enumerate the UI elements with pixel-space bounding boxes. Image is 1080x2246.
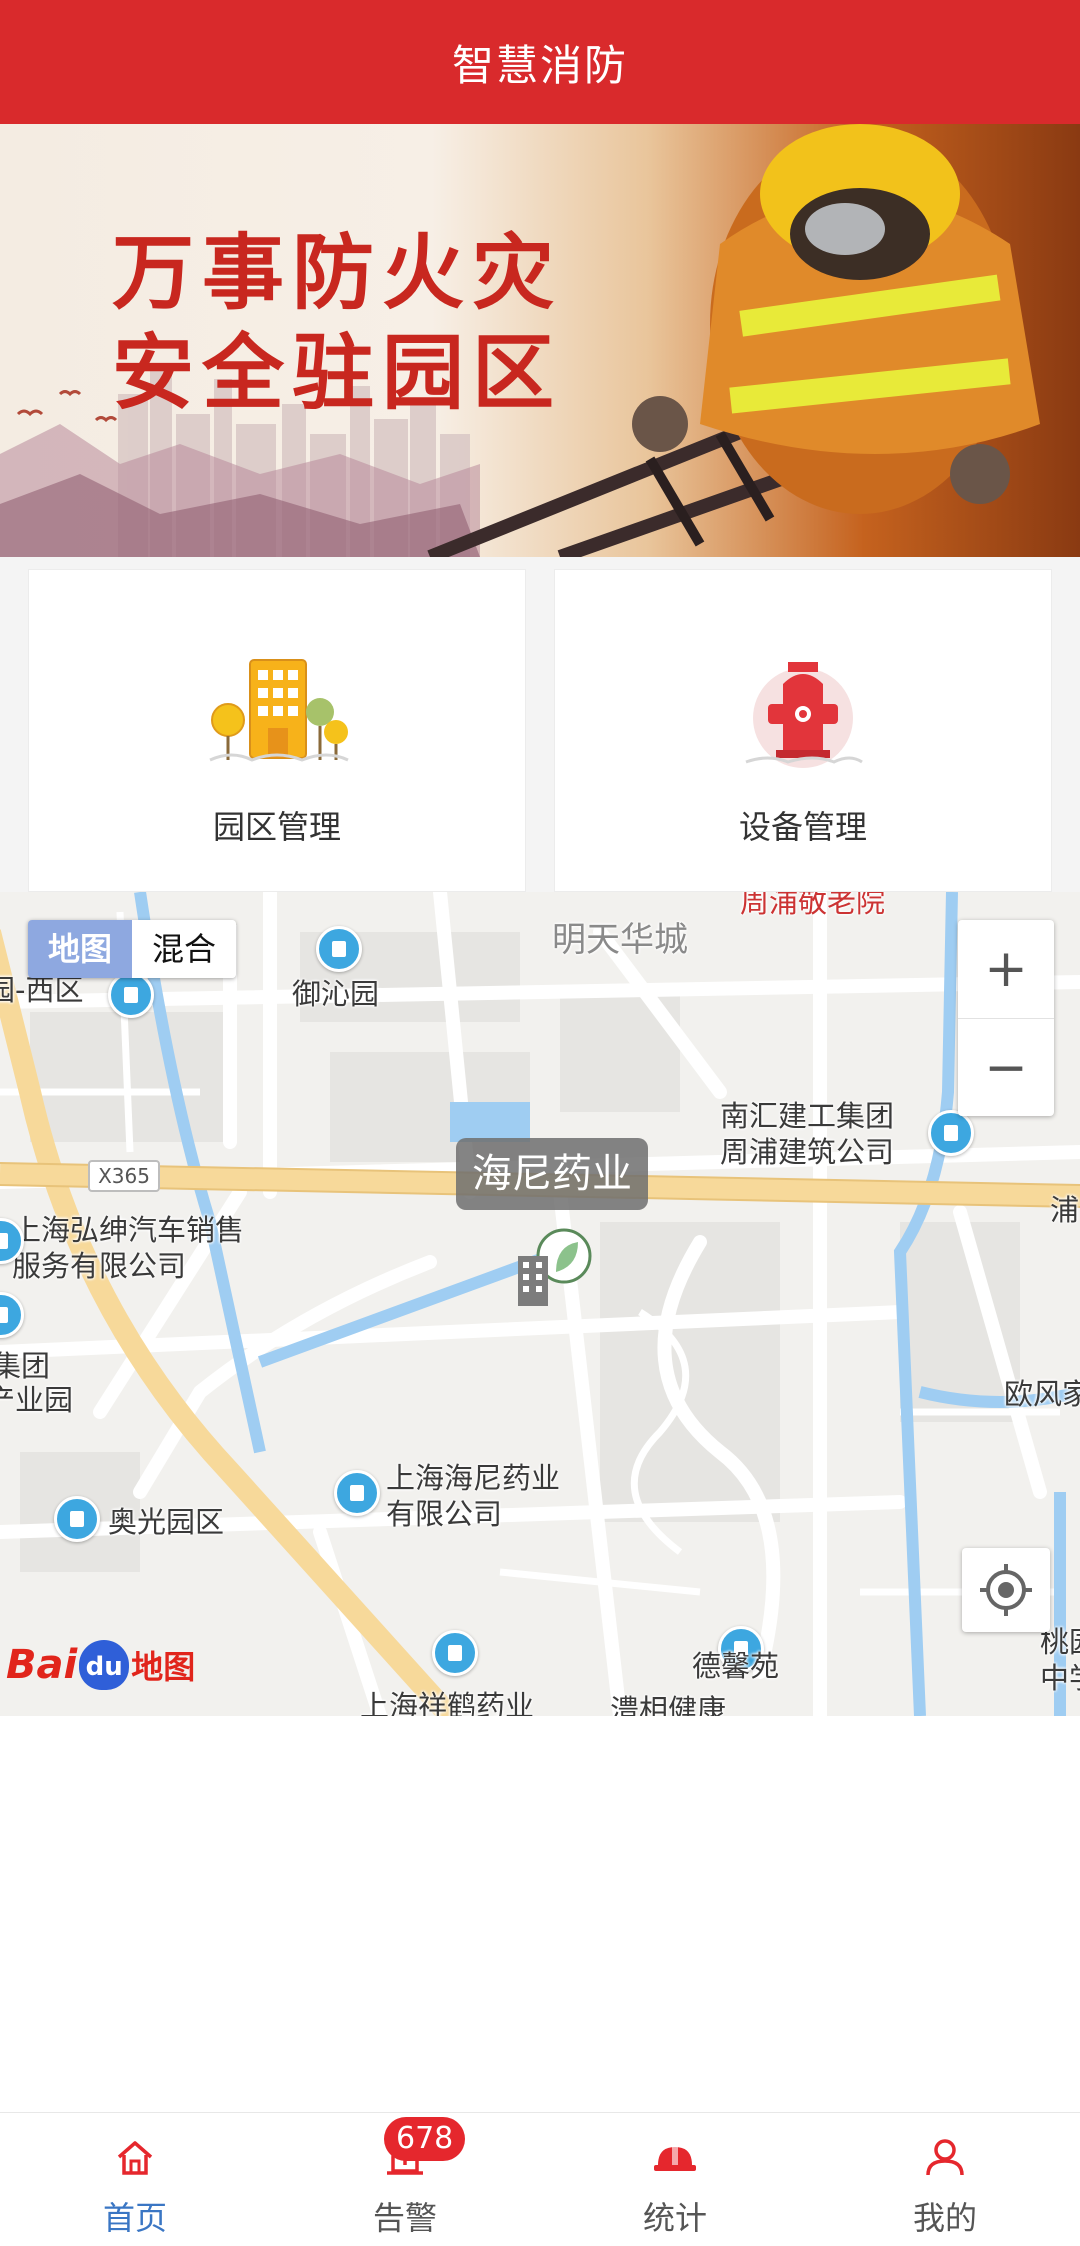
logo-paw-icon: du	[79, 1640, 130, 1690]
tab-mine[interactable]: 我的	[810, 2113, 1080, 2246]
alarm-count-badge: 678	[384, 2117, 466, 2161]
company-marker-icon[interactable]	[512, 1226, 598, 1310]
tab-home-label: 首页	[102, 2199, 167, 2237]
feature-cards: 园区管理 设备管理	[0, 557, 1080, 892]
app-header: 智慧消防	[0, 0, 1080, 124]
map-type-normal-button[interactable]: 地图	[28, 920, 133, 978]
bottom-tab-bar: 首页 678 告警 统计 我的	[0, 2112, 1080, 2246]
zoom-out-button[interactable]: −	[958, 1018, 1054, 1116]
map-label: 御沁园	[292, 977, 380, 1011]
tab-alarm-label: 告警	[372, 2199, 437, 2237]
map-label: 南汇建工集团	[720, 1099, 895, 1133]
map-type-hybrid-button[interactable]: 混合	[132, 920, 237, 978]
map-label: 德馨苑	[692, 1649, 780, 1683]
map-label: 中学	[1040, 1661, 1080, 1695]
map-label: 周浦建筑公司	[720, 1135, 895, 1169]
tab-mine-label: 我的	[912, 2199, 977, 2237]
map-label: 周浦敬老院	[740, 892, 886, 919]
map-label: 上海海尼药业	[386, 1461, 561, 1495]
map-label: 集团	[0, 1349, 51, 1383]
page-title: 智慧消防	[451, 40, 628, 90]
fire-hydrant-icon	[745, 662, 863, 768]
poi-marker-icon[interactable]	[432, 1630, 478, 1676]
locate-button[interactable]	[962, 1548, 1050, 1632]
poi-marker-icon[interactable]	[108, 972, 154, 1018]
logo-text-bai: Bai	[6, 1642, 78, 1688]
map-label: 欧风家	[1004, 1377, 1080, 1411]
poi-marker-icon[interactable]	[316, 926, 362, 972]
logo-text-ditu: 地图	[131, 1648, 196, 1686]
park-building-icon	[209, 659, 349, 762]
map-label: 有限公司	[386, 1497, 503, 1531]
map-label: 浦	[1050, 1193, 1080, 1227]
road-shield: X365	[88, 1160, 160, 1192]
tab-home[interactable]: 首页	[0, 2113, 270, 2246]
poi-marker-icon[interactable]	[334, 1470, 380, 1516]
baidu-map-logo: Bai du 地图	[6, 1640, 195, 1690]
map-label: 奥光园区	[108, 1505, 225, 1539]
zoom-in-button[interactable]: +	[958, 920, 1054, 1018]
tab-alarm[interactable]: 678 告警	[270, 2113, 540, 2246]
company-marker-label[interactable]: 海尼药业	[456, 1138, 648, 1210]
zoom-control: + −	[958, 920, 1054, 1116]
locate-icon	[980, 1564, 1032, 1616]
helmet-icon	[654, 2143, 696, 2171]
device-management-label: 设备管理	[738, 808, 867, 846]
baidu-map[interactable]: 明天华城 周浦敬老院 御沁园 园-西区 南汇建工集团 周浦建筑公司 浦 上海弘绅…	[0, 892, 1080, 1716]
map-label: 上海弘绅汽车销售	[12, 1213, 245, 1247]
map-label: 澧相健康	[610, 1693, 727, 1716]
user-icon	[926, 2139, 964, 2176]
hero-banner: 万事防火灾 安全驻园区	[0, 124, 1080, 557]
device-management-card[interactable]: 设备管理	[554, 569, 1052, 892]
map-label: 服务有限公司	[12, 1249, 187, 1283]
map-label: 上海祥鹤药业	[360, 1689, 535, 1716]
home-icon	[117, 2141, 153, 2175]
tab-statistics-label: 统计	[642, 2199, 707, 2237]
map-label: 明天华城	[552, 920, 688, 960]
park-management-label: 园区管理	[212, 808, 341, 846]
map-label: 产业园	[0, 1383, 74, 1417]
poi-marker-icon[interactable]	[54, 1496, 100, 1542]
tab-statistics[interactable]: 统计	[540, 2113, 810, 2246]
poi-marker-icon[interactable]	[928, 1110, 974, 1156]
park-management-card[interactable]: 园区管理	[28, 569, 526, 892]
map-type-switch: 地图 混合	[28, 920, 237, 978]
banner-slogan-line2: 安全驻园区	[112, 326, 563, 421]
